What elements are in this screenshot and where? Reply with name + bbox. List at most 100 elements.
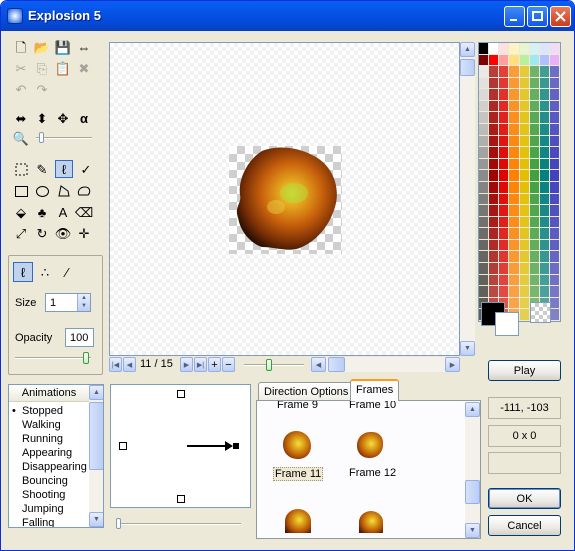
cut-icon[interactable]: ✂ <box>13 60 29 76</box>
scroll-left-icon[interactable]: ◀ <box>311 357 326 372</box>
ellipse-icon[interactable] <box>34 183 50 199</box>
flip-vertical-icon[interactable]: ⬍ <box>34 110 50 126</box>
brush-shape-soft-icon[interactable]: ∴ <box>37 264 53 280</box>
palette-swatch[interactable] <box>509 100 520 113</box>
palette-swatch[interactable] <box>479 135 490 148</box>
palette-swatch[interactable] <box>479 77 490 90</box>
palette-swatch[interactable] <box>519 286 530 298</box>
palette-swatch[interactable] <box>479 274 490 287</box>
stamp-icon[interactable]: ♣ <box>34 204 50 220</box>
palette-swatch[interactable] <box>489 43 500 55</box>
canvas-hscroll-thumb[interactable] <box>328 357 345 372</box>
animation-item[interactable]: Shooting <box>9 488 89 502</box>
palette-swatch[interactable] <box>489 89 500 101</box>
palette-swatch[interactable] <box>519 193 530 206</box>
palette-swatch[interactable] <box>489 239 500 252</box>
palette-swatch[interactable] <box>509 77 520 90</box>
palette-swatch[interactable] <box>499 135 510 148</box>
palette-swatch[interactable] <box>509 239 520 252</box>
palette-swatch[interactable] <box>519 297 530 310</box>
paste-icon[interactable]: 📋 <box>55 60 71 76</box>
palette-swatch[interactable] <box>519 263 530 275</box>
minimize-button[interactable] <box>504 6 525 27</box>
direction-speed-thumb[interactable] <box>116 518 121 529</box>
palette-swatch[interactable] <box>509 251 520 264</box>
palette-swatch[interactable] <box>539 66 550 78</box>
canvas-vscroll-thumb[interactable] <box>460 59 475 76</box>
palette-swatch[interactable] <box>529 193 540 206</box>
palette-swatch[interactable] <box>549 112 560 125</box>
remove-frame-icon[interactable]: − <box>222 357 235 372</box>
palette-swatch[interactable] <box>519 124 530 136</box>
frame-14-thumbnail[interactable] <box>359 511 383 533</box>
palette-swatch[interactable] <box>509 147 520 159</box>
palette-swatch[interactable] <box>539 43 550 55</box>
palette-swatch[interactable] <box>519 181 530 194</box>
save-icon[interactable]: 💾 <box>55 39 71 55</box>
palette-swatch[interactable] <box>519 147 530 159</box>
animations-header[interactable]: Animations <box>9 385 89 402</box>
first-frame-icon[interactable]: |◀ <box>109 357 122 372</box>
palette-swatch[interactable] <box>519 170 530 182</box>
palette-swatch[interactable] <box>529 181 540 194</box>
ok-button[interactable]: OK <box>488 488 561 509</box>
palette-swatch[interactable] <box>539 274 550 287</box>
palette-swatch[interactable] <box>529 274 540 287</box>
palette-swatch[interactable] <box>539 239 550 252</box>
alpha-icon[interactable]: α <box>76 110 92 126</box>
palette-swatch[interactable] <box>509 286 520 298</box>
view-icon[interactable]: 👁 <box>55 225 72 241</box>
palette-swatch[interactable] <box>539 89 550 101</box>
palette-swatch[interactable] <box>509 228 520 240</box>
maximize-button[interactable] <box>527 6 548 27</box>
palette-swatch[interactable] <box>499 100 510 113</box>
palette-swatch[interactable] <box>509 158 520 171</box>
frames-scroll-down-icon[interactable]: ▼ <box>465 523 480 538</box>
palette-swatch[interactable] <box>509 66 520 78</box>
palette-swatch[interactable] <box>499 263 510 275</box>
palette-swatch[interactable] <box>529 135 540 148</box>
eraser-icon[interactable]: ⌫ <box>75 204 93 220</box>
frames-scroll-up-icon[interactable]: ▲ <box>465 402 480 417</box>
palette-swatch[interactable] <box>539 228 550 240</box>
palette-swatch[interactable] <box>539 251 550 264</box>
palette-swatch[interactable] <box>519 274 530 287</box>
palette-swatch[interactable] <box>549 228 560 240</box>
frame-10-label[interactable]: Frame 10 <box>349 401 396 411</box>
frames-scroll-thumb[interactable] <box>465 480 480 504</box>
title-bar[interactable]: Explosion 5 <box>1 1 574 31</box>
palette-swatch[interactable] <box>499 239 510 252</box>
palette-swatch[interactable] <box>529 205 540 217</box>
palette-swatch[interactable] <box>529 89 540 101</box>
palette-swatch[interactable] <box>509 112 520 125</box>
palette-swatch[interactable] <box>549 216 560 229</box>
animation-item[interactable]: Falling <box>9 516 89 527</box>
direction-handle-bottom[interactable] <box>177 495 185 503</box>
palette-swatch[interactable] <box>549 193 560 206</box>
palette-swatch[interactable] <box>509 274 520 287</box>
palette-swatch[interactable] <box>479 147 490 159</box>
palette-swatch[interactable] <box>549 43 560 55</box>
palette-swatch[interactable] <box>499 205 510 217</box>
add-frame-icon[interactable]: + <box>208 357 221 372</box>
opacity-slider[interactable] <box>15 352 91 364</box>
pen-icon[interactable]: ✓ <box>78 161 94 177</box>
palette-swatch[interactable] <box>509 43 520 55</box>
rectangle-icon[interactable] <box>13 183 29 199</box>
palette-swatch[interactable] <box>509 135 520 148</box>
palette-swatch[interactable] <box>499 274 510 287</box>
rounded-shape-icon[interactable] <box>76 183 92 199</box>
animation-item[interactable]: Appearing <box>9 446 89 460</box>
palette-swatch[interactable] <box>529 263 540 275</box>
direction-preview[interactable] <box>110 384 251 508</box>
palette-swatch[interactable] <box>509 205 520 217</box>
palette-swatch[interactable] <box>479 100 490 113</box>
close-button[interactable] <box>550 6 571 27</box>
palette-swatch[interactable] <box>489 181 500 194</box>
palette-swatch[interactable] <box>499 66 510 78</box>
palette-swatch[interactable] <box>539 77 550 90</box>
palette-swatch[interactable] <box>549 286 560 298</box>
animations-list[interactable]: Animations StoppedWalkingRunningAppearin… <box>8 384 104 528</box>
palette-swatch[interactable] <box>539 54 550 67</box>
palette-swatch[interactable] <box>479 170 490 182</box>
